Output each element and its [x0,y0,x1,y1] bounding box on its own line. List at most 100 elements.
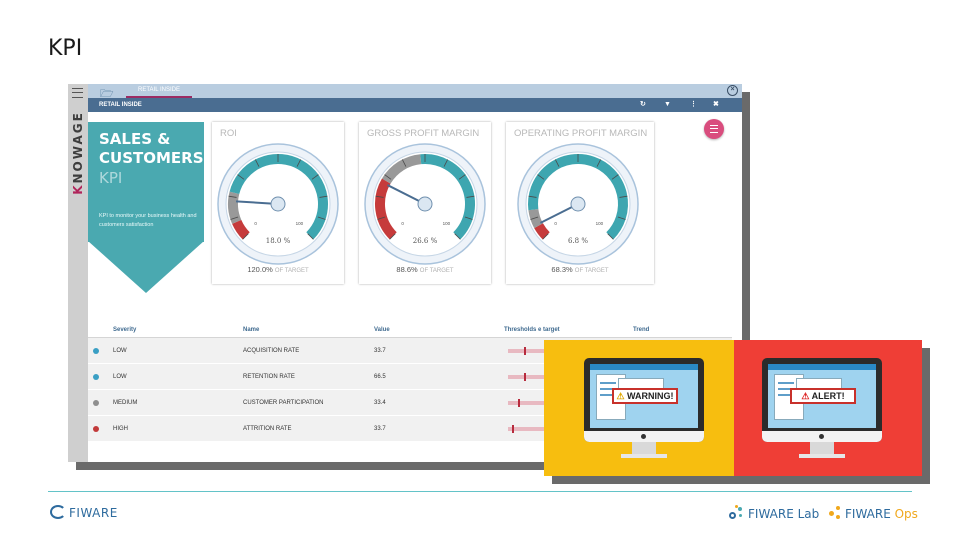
alert-box: ⚠ ALERT! [790,388,856,404]
alert-triangle-icon: ⚠ [801,391,810,401]
name-cell: CUSTOMER PARTICIPATION [243,400,324,406]
severity-cell: HIGH [113,426,128,432]
threshold-marker [524,347,526,355]
brand-rest: NOWAGE [71,111,85,184]
gauge-target: 68.3% OF TARGET [506,265,654,274]
gauge-title: ROI [220,128,237,139]
gauge-target-value: 120.0% [247,265,273,274]
severity-cell: MEDIUM [113,400,138,406]
header-trend[interactable]: Trend [633,327,649,333]
header-value[interactable]: Value [374,327,390,333]
slide-title: KPI [48,36,83,61]
gauge-dial: 0 10018.0 % [217,143,339,265]
gauge-band-red [534,223,550,240]
severity-cell: LOW [113,348,127,354]
value-cell: 33.4 [374,400,386,406]
document-toolbar: RETAIL INSIDE ↻ ▼ ⋮ ✖ [88,98,742,112]
gauge-card-gross-profit-margin[interactable]: GROSS PROFIT MARGIN 0 100 26.6 % 88.6% OF … [359,122,491,284]
tab-retail-inside[interactable]: RETAIL INSIDE [126,84,192,98]
warning-triangle-icon: ⚠ [616,391,625,401]
gauge-target-value: 68.3% [551,265,573,274]
fiware-logo: FIWARE [50,505,118,520]
severity-dot [93,374,99,380]
monitor: ⚠ ALERT! [762,358,882,442]
monitor: ⚠ WARNING! [584,358,704,442]
close-icon[interactable]: ✖ [713,98,719,112]
gauge-dial: 0 10026.6 % [364,143,486,265]
hero-card: SALES & CUSTOMERS KPI KPI to monitor you… [88,122,204,306]
document-title: RETAIL INSIDE [99,102,142,108]
gauge-target-label: OF TARGET [419,268,454,274]
table-header: Severity Name Value Thresholds e target … [88,324,732,338]
value-cell: 66.5 [374,374,386,380]
severity-dot [93,348,99,354]
gauge-max-label: 100 [596,221,604,226]
hero-description: KPI to monitor your business health and … [99,213,197,228]
threshold-marker [512,425,514,433]
gauge-dial: 0 1006.8 % [517,143,639,265]
warning-text: WARNING! [627,391,674,401]
threshold-bar [508,349,544,353]
gauge-value: 18.0 % [266,237,291,245]
refresh-icon[interactable]: ↻ [640,98,646,112]
header-thresholds[interactable]: Thresholds e target [504,327,560,333]
fiware-swirl-icon [50,505,66,519]
alert-text: ALERT! [811,391,845,401]
fiware-lab-logo: FIWARE Lab [727,505,819,521]
gauge-target-label: OF TARGET [274,268,309,274]
alert-illustration: ⚠ ALERT! [734,340,922,476]
menu-icon[interactable] [72,88,83,98]
warning-box: ⚠ WARNING! [612,388,678,404]
menu-fab-button[interactable] [704,119,724,139]
knowage-logo: KNOWAGE [71,111,85,195]
gauge-max-label: 100 [443,221,451,226]
threshold-bar [508,401,544,405]
severity-dot [93,426,99,432]
gauge-title: OPERATING PROFIT MARGIN [514,128,648,139]
more-vertical-icon[interactable]: ⋮ [690,98,697,112]
gauge-hub [417,196,433,212]
menu-icon [710,125,718,133]
warning-illustration: ⚠ WARNING! [544,340,734,476]
threshold-bar [508,375,544,379]
slide: KPI KNOWAGE 🗁 RETAIL INSIDE × RETAIL INS… [0,0,960,540]
name-cell: RETENTION RATE [243,374,295,380]
fiware-lab-icon [727,505,745,521]
gauge-target-label: OF TARGET [574,268,609,274]
gauge-target: 120.0% OF TARGET [212,265,344,274]
gauge-hub [270,196,286,212]
header-name[interactable]: Name [243,327,259,333]
severity-cell: LOW [113,374,127,380]
hero-panel: SALES & CUSTOMERS KPI KPI to monitor you… [88,122,204,242]
fiware-ops-icon [828,505,842,521]
threshold-marker [524,373,526,381]
gauge-target-value: 88.6% [396,265,418,274]
hero-arrow [88,241,204,293]
gauge-card-roi[interactable]: ROI 0 100 18.0 % 120.0% OF TARGET [212,122,344,284]
name-cell: ACQUISITION RATE [243,348,300,354]
name-cell: ATTRITION RATE [243,426,292,432]
gauge-max-label: 100 [296,221,304,226]
close-circle-icon[interactable]: × [727,85,738,96]
gauge-title: GROSS PROFIT MARGIN [367,128,480,139]
severity-dot [93,400,99,406]
hero-title: SALES & CUSTOMERS [99,130,204,168]
gauge-value: 6.8 % [568,237,588,245]
hero-title-line2: CUSTOMERS [99,149,204,167]
header-severity[interactable]: Severity [113,327,136,333]
hero-kpi: KPI [99,169,123,187]
gauge-card-operating-profit-margin[interactable]: OPERATING PROFIT MARGIN 0 100 6.8 % 68.3% … [506,122,654,284]
hero-title-line1: SALES & [99,130,171,148]
footer-divider [48,491,912,492]
tab-bar: 🗁 RETAIL INSIDE × [88,84,742,100]
threshold-marker [518,399,520,407]
gauge-hub [570,196,586,212]
value-cell: 33.7 [374,348,386,354]
monitor-screen: ⚠ WARNING! [590,364,698,428]
fiware-ops-logo: FIWARE Ops [828,505,918,521]
monitor-screen: ⚠ ALERT! [768,364,876,428]
gauge-target: 88.6% OF TARGET [359,265,491,274]
brand-sidebar: KNOWAGE [68,84,88,462]
filter-icon[interactable]: ▼ [664,98,671,112]
value-cell: 33.7 [374,426,386,432]
